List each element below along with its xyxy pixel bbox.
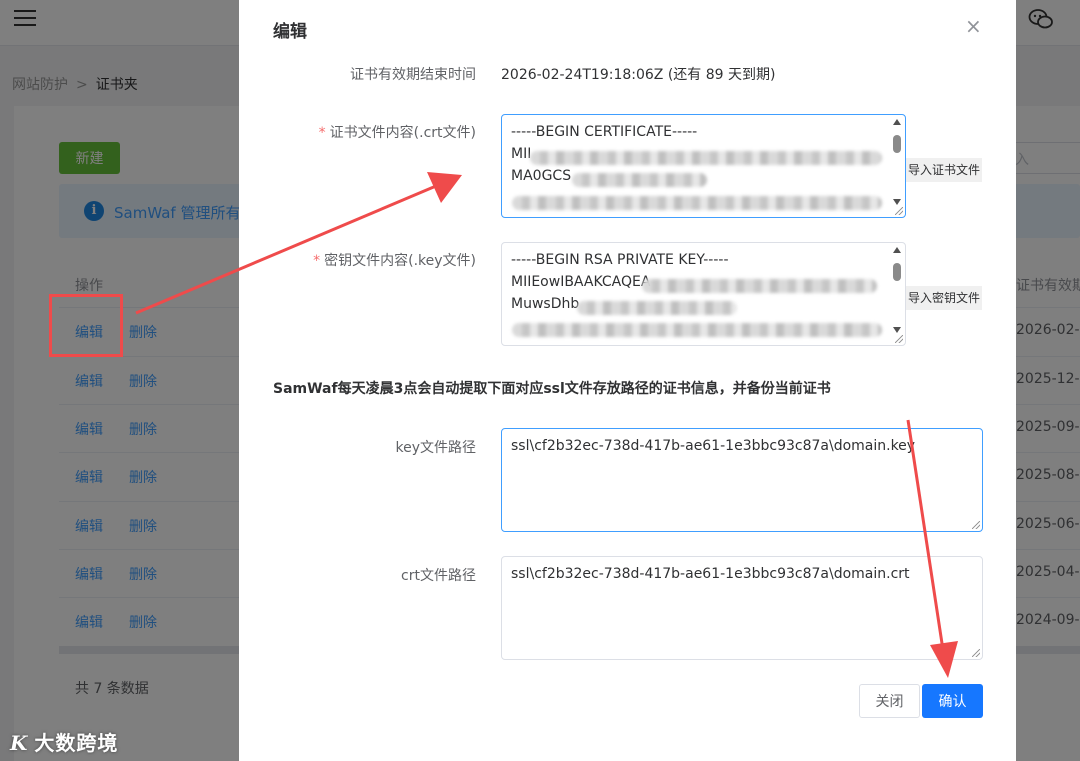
confirm-button[interactable]: 确认 — [922, 684, 983, 718]
required-mark: * — [318, 125, 326, 141]
crt-path-label: crt文件路径 — [401, 568, 476, 584]
resize-handle[interactable] — [972, 521, 980, 529]
crt-content-textarea[interactable]: -----BEGIN CERTIFICATE----- MII MA0GCS — [501, 114, 906, 218]
import-crt-button[interactable]: 导入证书文件 — [906, 158, 983, 182]
expiry-label: 证书有效期结束时间 — [350, 67, 476, 83]
redacted-blur — [577, 301, 737, 315]
close-icon[interactable]: × — [965, 16, 982, 36]
textarea-scrollbar[interactable] — [891, 245, 903, 333]
required-mark: * — [313, 253, 321, 269]
key-content-label-text: 密钥文件内容(.key文件) — [324, 253, 476, 269]
redacted-blur — [572, 173, 707, 187]
key-path-textarea[interactable]: ssl\cf2b32ec-738d-417b-ae61-1e3bbc93c87a… — [501, 428, 983, 532]
resize-handle[interactable] — [972, 649, 980, 657]
watermark-logo-icon: K — [10, 731, 29, 755]
crt-line: -----BEGIN CERTIFICATE----- — [511, 124, 698, 140]
textarea-scrollbar[interactable] — [891, 117, 903, 205]
crt-content-label: * 证书文件内容(.crt文件) — [319, 122, 476, 142]
resize-handle[interactable] — [895, 335, 903, 343]
key-path-value: ssl\cf2b32ec-738d-417b-ae61-1e3bbc93c87a… — [511, 438, 916, 454]
key-content-label: * 密钥文件内容(.key文件) — [313, 250, 476, 270]
key-line: -----BEGIN RSA PRIVATE KEY----- — [511, 252, 729, 268]
redacted-blur — [642, 279, 877, 293]
close-button[interactable]: 关闭 — [859, 684, 920, 718]
redacted-blur — [512, 196, 882, 210]
watermark-text: 大数跨境 — [34, 731, 119, 755]
key-path-label: key文件路径 — [395, 440, 476, 456]
crt-path-textarea[interactable]: ssl\cf2b32ec-738d-417b-ae61-1e3bbc93c87a… — [501, 556, 983, 660]
expiry-value: 2026-02-24T19:18:06Z (还有 89 天到期) — [501, 67, 776, 83]
watermark: K 大数跨境 — [10, 727, 118, 756]
redacted-blur — [512, 323, 882, 337]
edit-dialog: 编辑 × 证书有效期结束时间 2026-02-24T19:18:06Z (还有 … — [239, 0, 1016, 761]
key-content-textarea[interactable]: -----BEGIN RSA PRIVATE KEY----- MIIEowIBA… — [501, 242, 906, 346]
annotation-highlight-box — [49, 294, 123, 357]
import-key-button[interactable]: 导入密钥文件 — [906, 286, 983, 310]
crt-content-label-text: 证书文件内容(.crt文件) — [329, 125, 476, 141]
resize-handle[interactable] — [895, 207, 903, 215]
crt-path-value: ssl\cf2b32ec-738d-417b-ae61-1e3bbc93c87a… — [511, 566, 910, 582]
redacted-blur — [530, 151, 882, 165]
dialog-title: 编辑 — [273, 22, 307, 42]
auto-fetch-notice: SamWaf每天凌晨3点会自动提取下面对应ssl文件存放路径的证书信息，并备份当… — [273, 381, 831, 397]
